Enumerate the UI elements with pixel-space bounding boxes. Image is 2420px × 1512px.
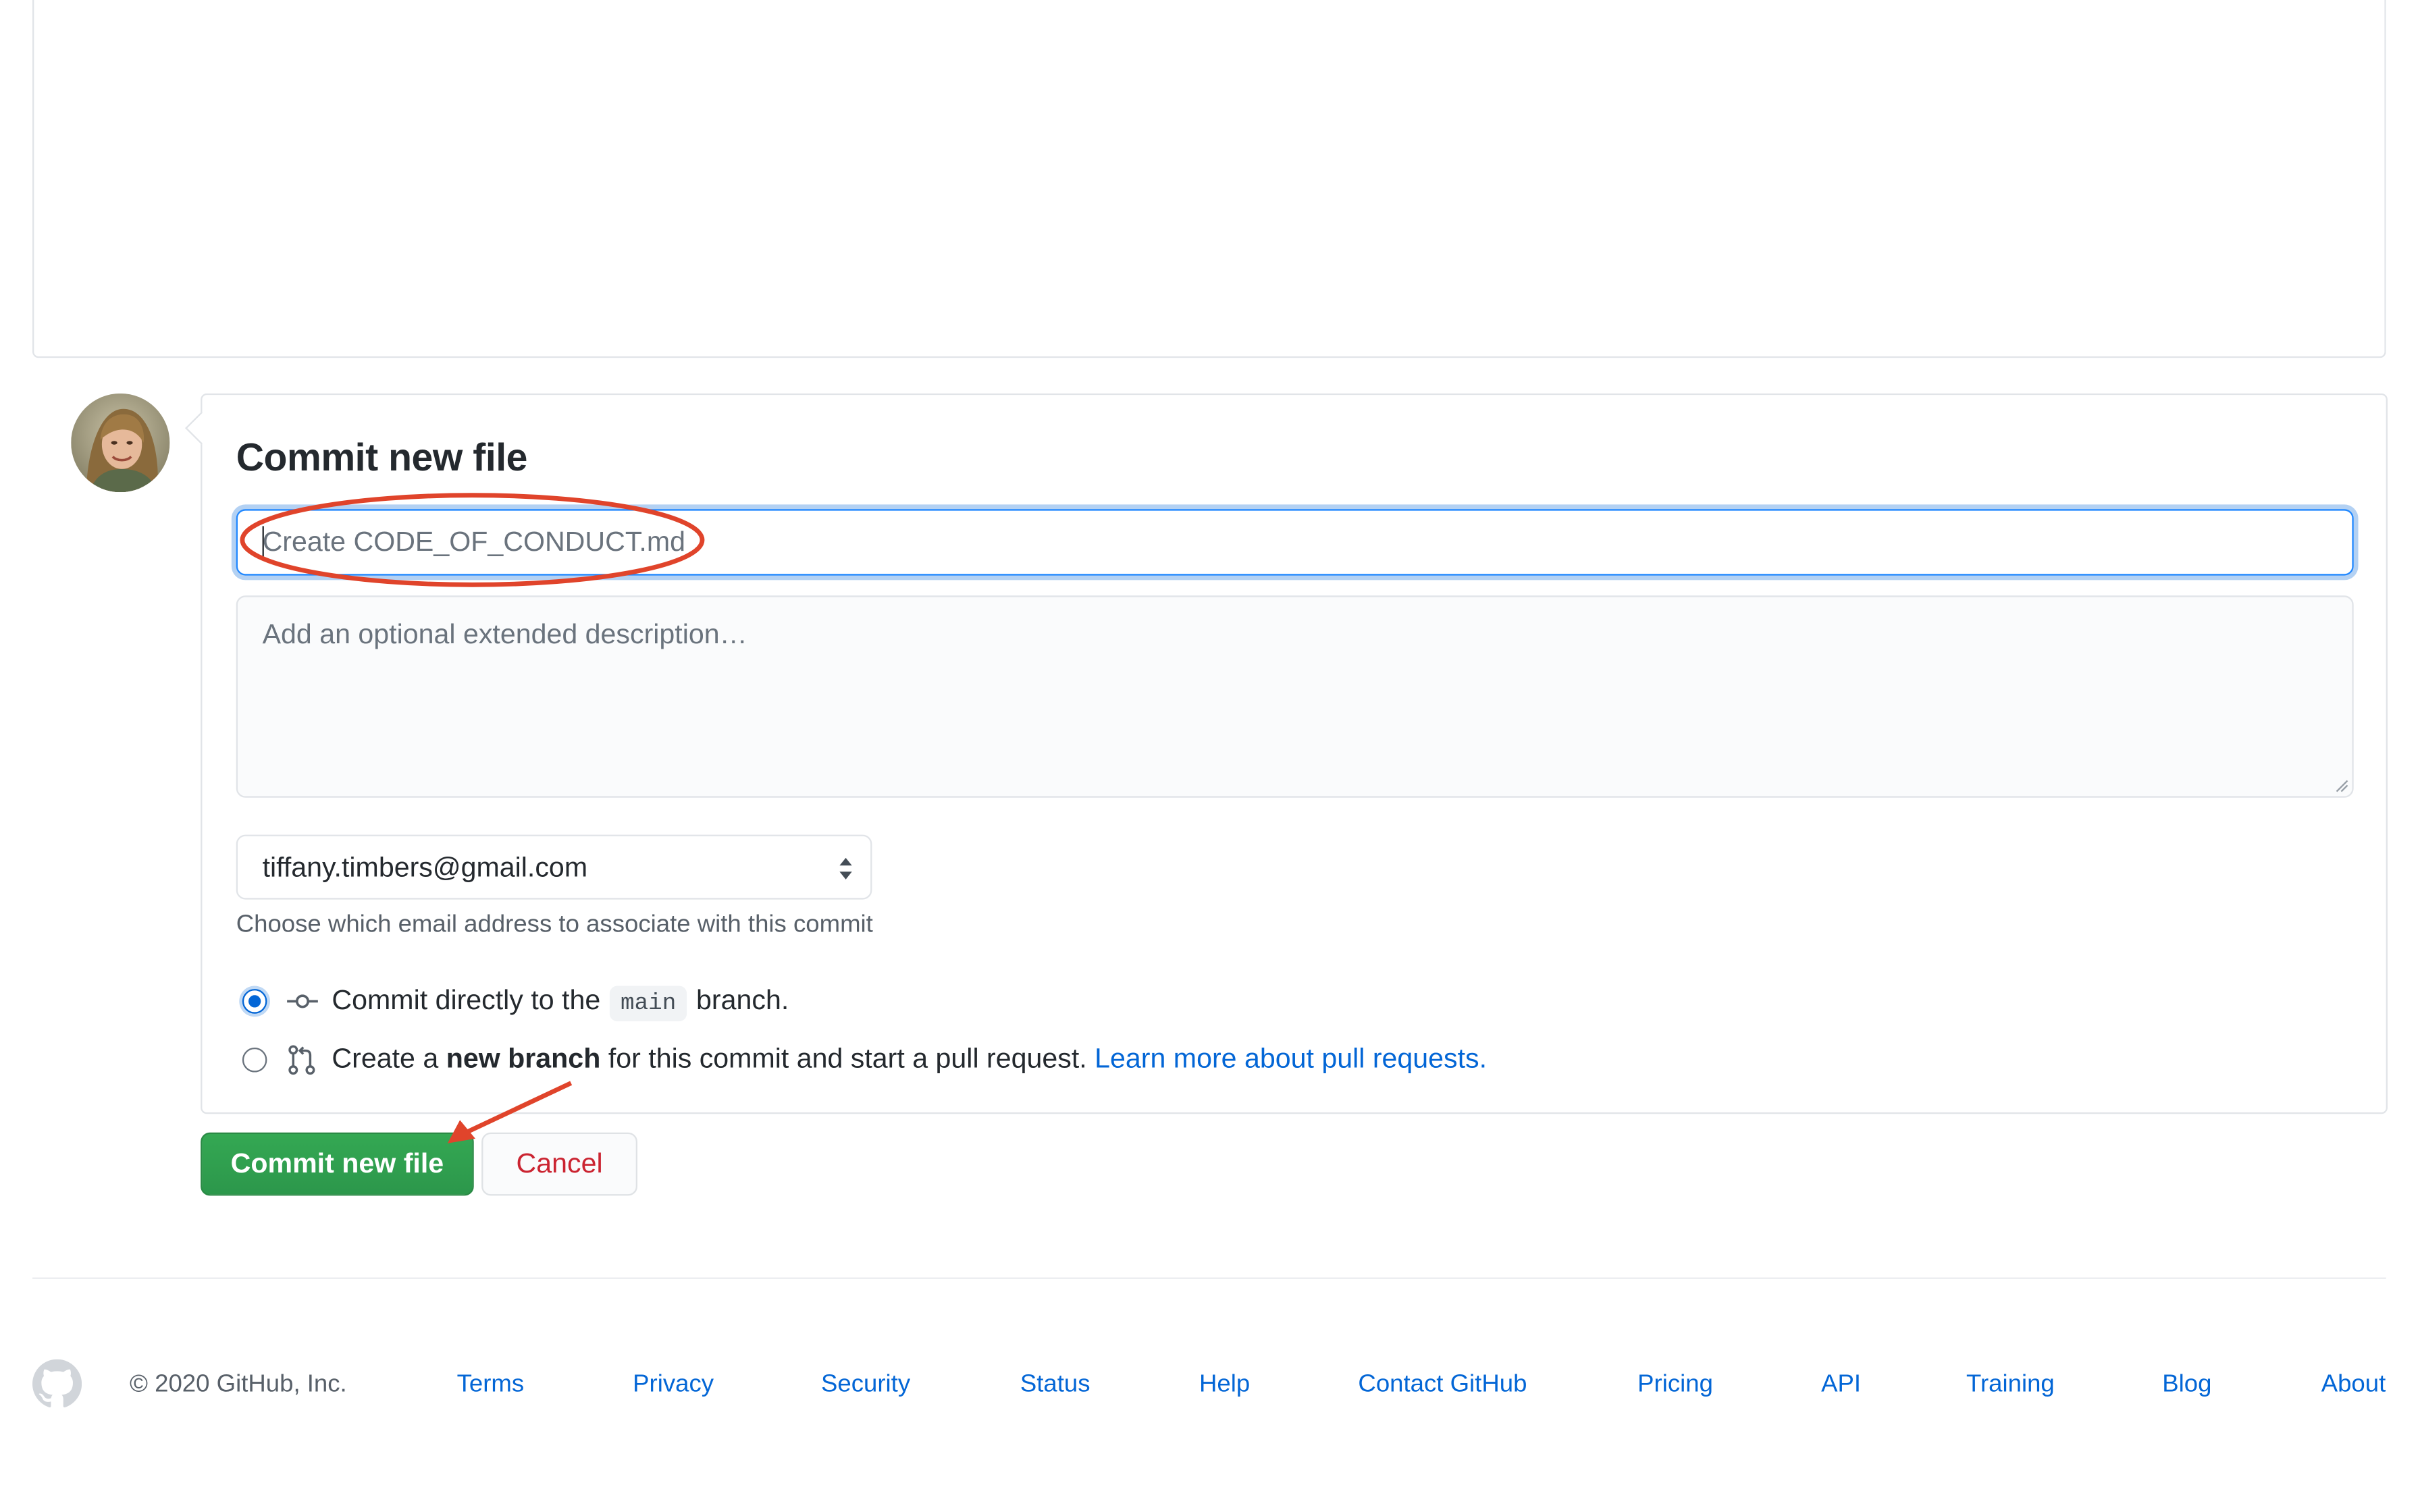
footer-link-privacy[interactable]: Privacy [633,1372,714,1399]
commit-description-textarea[interactable] [236,595,2354,798]
option-new-branch-suffix: for this commit and start a pull request… [608,1043,1087,1074]
commit-email-select[interactable]: tiffany.timbers@gmail.com [236,834,872,900]
footer-link-pricing[interactable]: Pricing [1637,1372,1713,1399]
cancel-button[interactable]: Cancel [481,1132,637,1196]
footer-divider [32,1277,2386,1279]
git-pull-request-icon [288,1044,315,1074]
option-commit-direct[interactable]: Commit directly to the main branch. [242,984,789,1022]
option-direct-label: Commit directly to the main branch. [332,984,789,1022]
footer-link-security[interactable]: Security [821,1372,910,1399]
footer-copyright: © 2020 GitHub, Inc. [129,1371,347,1398]
footer-link-api[interactable]: API [1821,1372,1861,1399]
footer-link-status[interactable]: Status [1020,1372,1090,1399]
user-avatar [71,393,170,493]
footer-link-training[interactable]: Training [1966,1372,2055,1399]
site-footer: © 2020 GitHub, Inc. Terms Privacy Securi… [32,1357,2388,1413]
resize-grip-icon[interactable] [2335,779,2349,793]
option-new-branch-label: Create a new branch for this commit and … [332,1043,1487,1075]
commit-form-title: Commit new file [236,436,528,480]
footer-link-help[interactable]: Help [1199,1372,1250,1399]
github-mark-icon[interactable] [32,1359,82,1409]
select-arrows-icon [839,857,852,880]
file-editor-panel [32,0,2386,358]
radio-new-branch[interactable] [242,1046,267,1072]
footer-link-contact[interactable]: Contact GitHub [1358,1372,1527,1399]
option-new-branch-prefix: Create a [332,1043,439,1074]
email-hint: Choose which email address to associate … [236,911,873,938]
git-commit-icon [287,994,318,1008]
page: Commit new file tiffany.timbers@gmail.co… [0,0,2420,1512]
radio-commit-direct[interactable] [242,988,267,1013]
footer-link-terms[interactable]: Terms [457,1372,525,1399]
branch-name: main [609,986,687,1022]
learn-more-pull-requests-link[interactable]: Learn more about pull requests. [1095,1043,1487,1074]
commit-new-file-button[interactable]: Commit new file [201,1132,474,1196]
commit-form: Commit new file tiffany.timbers@gmail.co… [201,393,2388,1114]
commit-summary-input[interactable] [236,509,2354,576]
option-new-branch-bold: new branch [446,1043,601,1074]
option-new-branch[interactable]: Create a new branch for this commit and … [242,1043,1487,1075]
option-direct-prefix: Commit directly to the [332,984,601,1015]
text-caret [262,526,264,560]
commit-email-value: tiffany.timbers@gmail.com [262,850,588,882]
footer-link-blog[interactable]: Blog [2162,1372,2211,1399]
footer-link-about[interactable]: About [2321,1372,2386,1399]
option-direct-suffix: branch. [696,984,789,1015]
